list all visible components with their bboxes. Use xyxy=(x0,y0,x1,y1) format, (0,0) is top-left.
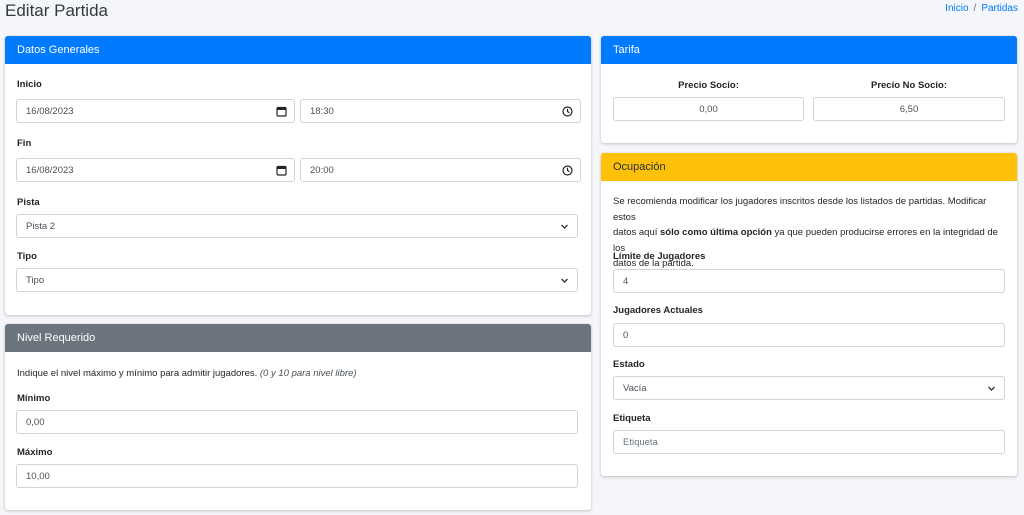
estado-select[interactable]: Vacía xyxy=(613,376,1005,400)
breadcrumb-separator: / xyxy=(973,3,977,14)
tarifa-card: Tarifa Precio Socio: 0,00 Precio No Soci… xyxy=(601,36,1017,143)
tarifa-header: Tarifa xyxy=(601,36,1017,64)
fin-time-value: 20:00 xyxy=(310,164,334,176)
ocupacion-desc-line-1: Se recomienda modificar los jugadores in… xyxy=(613,196,987,223)
fin-label: Fin xyxy=(17,138,32,149)
jugadores-actuales-value: 0 xyxy=(623,329,629,341)
limite-jugadores-label: Límite de Jugadores xyxy=(613,251,706,262)
minimo-label: Mínimo xyxy=(17,393,51,404)
nivel-requerido-card: Nivel Requerido Indique el nivel máximo … xyxy=(5,324,591,510)
pista-value: Pista 2 xyxy=(26,220,56,232)
precio-socio-value: 0,00 xyxy=(699,103,718,115)
calendar-icon[interactable] xyxy=(275,105,287,117)
ocupacion-desc-line-2a: datos aquí xyxy=(613,227,661,238)
breadcrumb-partidas[interactable]: Partidas xyxy=(981,3,1018,14)
jugadores-actuales-label: Jugadores Actuales xyxy=(613,305,703,316)
chevron-down-icon xyxy=(558,220,570,232)
ocupacion-card: Ocupación Se recomienda modificar los ju… xyxy=(601,153,1017,476)
datos-generales-header: Datos Generales xyxy=(5,36,591,64)
limite-jugadores-value: 4 xyxy=(623,275,629,287)
tipo-value: Tipo xyxy=(26,274,45,286)
calendar-icon[interactable] xyxy=(275,164,287,176)
clock-icon[interactable] xyxy=(561,105,573,117)
estado-value: Vacía xyxy=(623,382,647,394)
etiqueta-placeholder: Etiqueta xyxy=(623,436,658,448)
pista-select[interactable]: Pista 2 xyxy=(16,214,578,238)
estado-label: Estado xyxy=(613,359,645,370)
maximo-input[interactable]: 10,00 xyxy=(16,464,578,488)
maximo-label: Máximo xyxy=(17,447,53,458)
fin-date-input[interactable]: 16/08/2023 xyxy=(16,158,295,182)
inicio-date-input[interactable]: 16/08/2023 xyxy=(16,99,295,123)
minimo-value: 0,00 xyxy=(26,416,45,428)
chevron-down-icon xyxy=(558,274,570,286)
ocupacion-header: Ocupación xyxy=(601,153,1017,181)
clock-icon[interactable] xyxy=(561,164,573,176)
etiqueta-input[interactable]: Etiqueta xyxy=(613,430,1005,454)
precio-no-socio-value: 6,50 xyxy=(899,103,919,115)
maximo-value: 10,00 xyxy=(26,470,50,482)
precio-no-socio-input[interactable]: 6,50 xyxy=(813,97,1005,121)
nivel-description: Indique el nivel máximo y mínimo para ad… xyxy=(17,366,357,382)
page-header: Editar Partida Inicio / Partidas xyxy=(0,0,1024,26)
fin-date-value: 16/08/2023 xyxy=(26,164,74,176)
tipo-select[interactable]: Tipo xyxy=(16,268,578,292)
nivel-description-text: Indique el nivel máximo y mínimo para ad… xyxy=(17,368,258,379)
page-title: Editar Partida xyxy=(5,1,108,20)
minimo-input[interactable]: 0,00 xyxy=(16,410,578,434)
fin-time-input[interactable]: 20:00 xyxy=(300,158,581,182)
limite-jugadores-input[interactable]: 4 xyxy=(613,269,1005,293)
breadcrumb-inicio[interactable]: Inicio xyxy=(945,3,968,14)
inicio-time-value: 18:30 xyxy=(310,105,334,117)
pista-label: Pista xyxy=(17,197,40,208)
nivel-hint: (0 y 10 para nivel libre) xyxy=(259,368,357,379)
jugadores-actuales-input[interactable]: 0 xyxy=(613,323,1005,347)
breadcrumb: Inicio / Partidas xyxy=(945,3,1018,14)
etiqueta-label: Etiqueta xyxy=(613,413,651,424)
precio-socio-label: Precio Socio: xyxy=(678,80,739,91)
tipo-label: Tipo xyxy=(17,251,37,262)
chevron-down-icon xyxy=(985,382,997,394)
inicio-date-value: 16/08/2023 xyxy=(26,105,74,117)
precio-no-socio-label: Precio No Socio: xyxy=(870,80,947,91)
ocupacion-desc-emphasis: sólo como última opción xyxy=(660,227,772,238)
inicio-label: Inicio xyxy=(17,79,42,90)
precio-socio-input[interactable]: 0,00 xyxy=(613,97,804,121)
datos-generales-card: Datos Generales Inicio 16/08/2023 18:30 … xyxy=(5,36,591,315)
inicio-time-input[interactable]: 18:30 xyxy=(300,99,581,123)
nivel-requerido-header: Nivel Requerido xyxy=(5,324,591,352)
